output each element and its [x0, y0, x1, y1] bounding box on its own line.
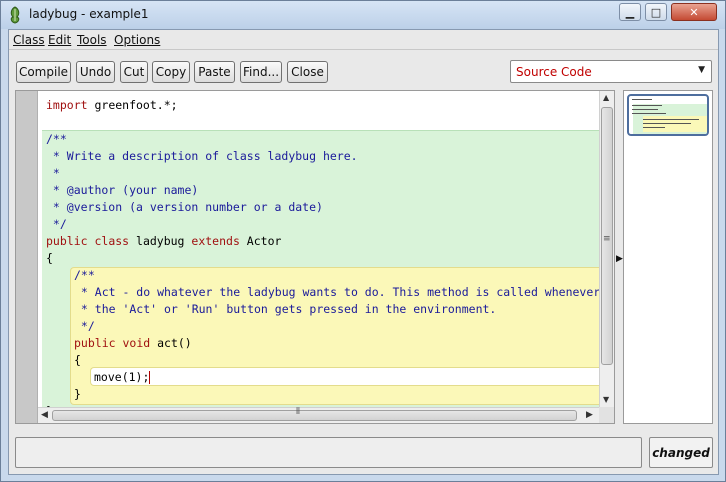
- navigation-view[interactable]: [623, 90, 713, 424]
- menu-edit[interactable]: Edit: [48, 33, 71, 47]
- view-mode-select[interactable]: Source Code ▼: [510, 60, 712, 83]
- scroll-corner: [599, 407, 614, 423]
- greenfoot-app-icon: [10, 6, 20, 24]
- menu-options[interactable]: Options: [114, 33, 160, 47]
- menu-tools[interactable]: Tools: [77, 33, 107, 47]
- close-window-button[interactable]: ✕: [671, 3, 717, 21]
- minimize-icon: ▁: [625, 5, 635, 19]
- view-mode-selected: Source Code: [516, 65, 592, 79]
- cut-button[interactable]: Cut: [120, 61, 148, 83]
- window-client-area: Class Edit Tools Options Compile Undo Cu…: [8, 29, 719, 475]
- title-bar[interactable]: ladybug - example1 ▁ □ ✕: [1, 1, 725, 29]
- code-line: */: [46, 217, 67, 231]
- menu-class-label: Class: [13, 33, 45, 47]
- code-line: * @version (a version number or a date): [46, 200, 323, 214]
- status-message-area: [15, 437, 642, 468]
- menu-bar: Class Edit Tools Options: [9, 30, 718, 50]
- source-editor: import greenfoot.*; /** * Write a descri…: [15, 90, 615, 424]
- method-body-highlight: [90, 367, 599, 386]
- window-title: ladybug - example1: [29, 7, 149, 21]
- code-line: * @author (your name): [46, 183, 199, 197]
- undo-button[interactable]: Undo: [76, 61, 115, 83]
- vertical-scrollbar[interactable]: ▲ ≡ ▼: [599, 91, 614, 407]
- copy-button[interactable]: Copy: [152, 61, 190, 83]
- nav-line: [632, 99, 652, 100]
- horizontal-scrollbar[interactable]: ◀ ⦀ ▶: [38, 407, 599, 423]
- code-line: /**: [46, 132, 67, 146]
- nav-line: [632, 113, 666, 114]
- maximize-icon: □: [650, 5, 662, 19]
- scroll-right-icon[interactable]: ▶: [586, 410, 593, 420]
- nav-line: [643, 127, 665, 128]
- scroll-down-icon[interactable]: ▼: [603, 395, 609, 404]
- nav-line: [632, 105, 662, 106]
- menu-tools-label: Tools: [77, 33, 107, 47]
- close-button[interactable]: Close: [287, 61, 328, 83]
- menu-options-label: Options: [114, 33, 161, 47]
- scroll-left-icon[interactable]: ◀: [41, 410, 48, 420]
- code-line: import greenfoot.*;: [46, 98, 178, 112]
- navigation-thumbnail[interactable]: [627, 94, 709, 136]
- code-line: * Write a description of class ladybug h…: [46, 149, 358, 163]
- menu-class[interactable]: Class: [13, 33, 45, 47]
- code-line: public void act(): [74, 336, 192, 350]
- scroll-up-icon[interactable]: ▲: [603, 93, 609, 102]
- find-button[interactable]: Find...: [240, 61, 282, 83]
- nav-line: [643, 123, 691, 124]
- editor-gutter[interactable]: [16, 91, 38, 423]
- paste-button[interactable]: Paste: [194, 61, 235, 83]
- code-line: *: [46, 166, 60, 180]
- code-line: }: [74, 387, 81, 401]
- code-line: {: [74, 353, 81, 367]
- text-caret: [149, 371, 151, 384]
- horizontal-scroll-thumb[interactable]: [52, 410, 577, 421]
- save-state-label: changed: [652, 445, 710, 460]
- menu-edit-label: Edit: [48, 33, 72, 47]
- maximize-button[interactable]: □: [645, 3, 667, 21]
- close-icon: ✕: [689, 5, 699, 19]
- code-text-area[interactable]: import greenfoot.*; /** * Write a descri…: [38, 91, 599, 407]
- code-line: public class ladybug extends Actor: [46, 234, 282, 248]
- chevron-down-icon: ▼: [698, 65, 705, 75]
- grip-icon: ≡: [603, 234, 611, 244]
- nav-line: [632, 109, 658, 110]
- code-line: * the 'Act' or 'Run' button gets pressed…: [74, 302, 497, 316]
- minimize-button[interactable]: ▁: [619, 3, 641, 21]
- editor-window: ladybug - example1 ▁ □ ✕ Class Edit Tool…: [0, 0, 726, 482]
- save-state-badge: changed: [649, 437, 713, 468]
- code-line: /**: [74, 268, 95, 282]
- grip-icon: ⦀: [296, 407, 300, 417]
- code-line: {: [46, 251, 53, 265]
- compile-button[interactable]: Compile: [16, 61, 71, 83]
- nav-line: [643, 119, 699, 120]
- code-line: move(1);: [94, 370, 151, 384]
- code-line: * Act - do whatever the ladybug wants to…: [74, 285, 599, 299]
- code-line: */: [74, 319, 95, 333]
